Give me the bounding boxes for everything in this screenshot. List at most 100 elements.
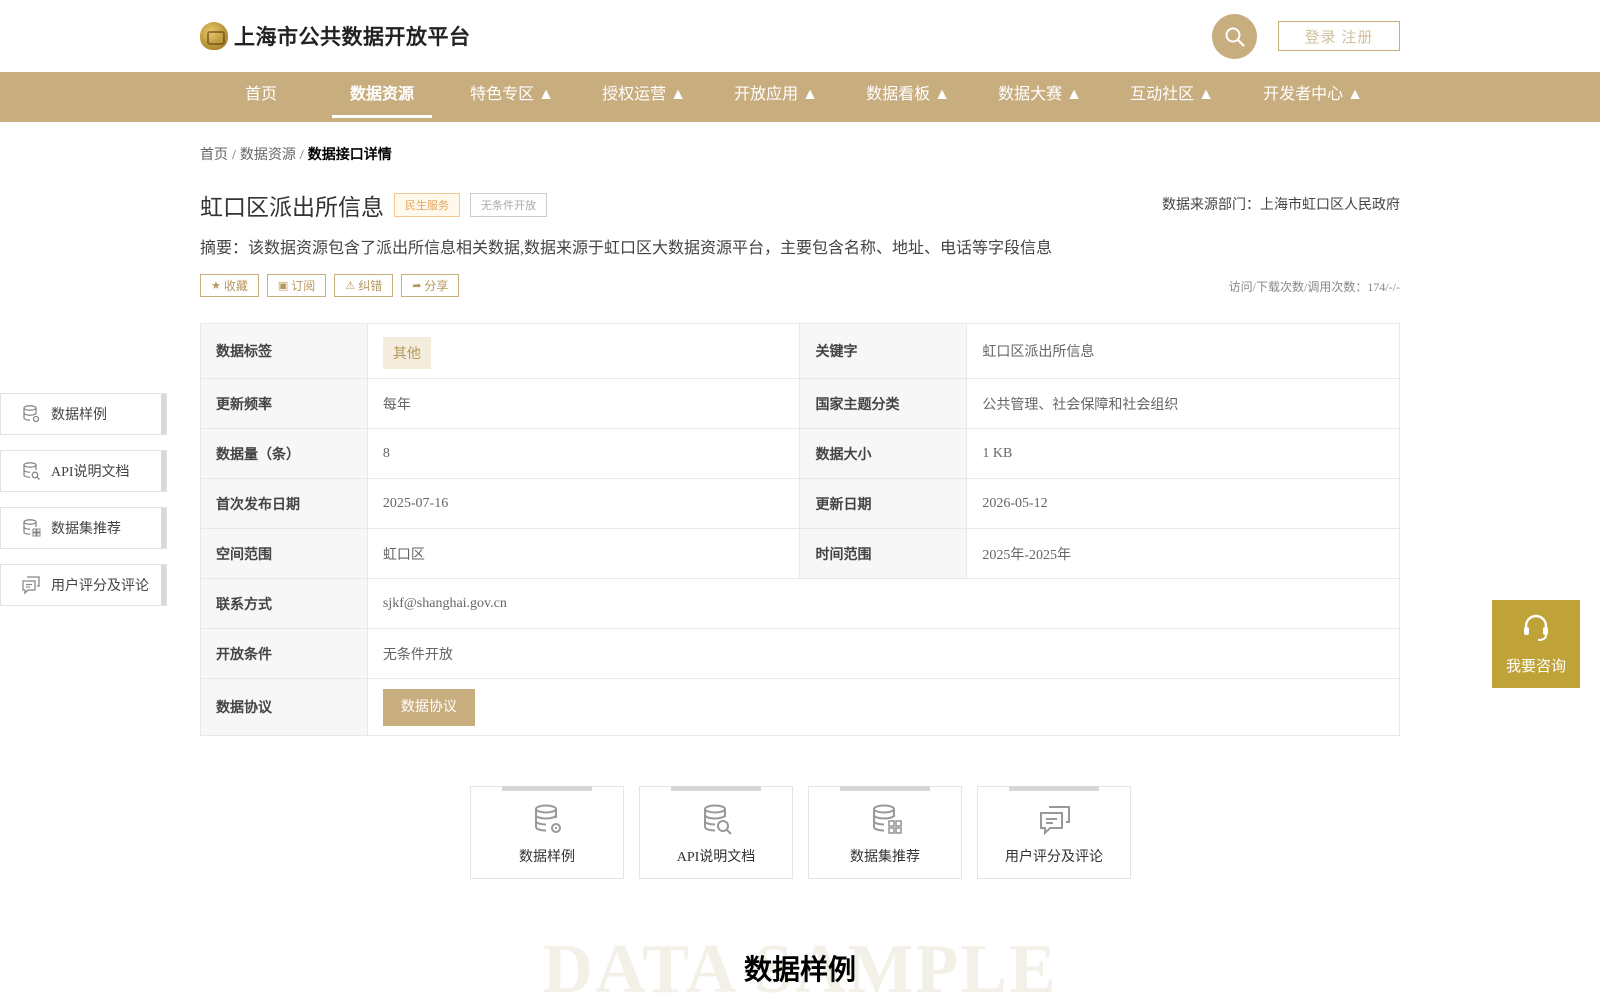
info-value: 数据协议	[366, 678, 1401, 736]
info-value: 1 KB	[966, 428, 1400, 479]
subscribe-button[interactable]: ▣ 订阅	[266, 274, 327, 297]
breadcrumb-data-resources[interactable]: 数据资源	[240, 148, 296, 163]
info-label: 更新频率	[200, 378, 368, 429]
nav-item-developer-center[interactable]: 开发者中心 ▲	[1254, 72, 1372, 122]
section-title: 数据样例	[743, 954, 856, 985]
consult-label: 我要咨询	[1505, 659, 1566, 675]
table-row: 开放条件 无条件开放	[200, 628, 1401, 679]
table-row: 数据协议 数据协议	[200, 678, 1401, 736]
info-label: 时间范围	[799, 528, 968, 579]
breadcrumb-separator: /	[232, 148, 236, 163]
card-top-bar	[1009, 786, 1099, 791]
nav-item-authorized-operation[interactable]: 授权运营 ▲	[594, 72, 694, 122]
info-value: 其他	[366, 323, 801, 379]
info-label: 空间范围	[200, 528, 368, 579]
open-type-tag: 无条件开放	[470, 193, 547, 217]
report-error-button[interactable]: ⚠ 纠错	[334, 274, 394, 297]
dataset-summary: 摘要：该数据资源包含了派出所信息相关数据,数据来源于虹口区大数据资源平台，主要包…	[200, 240, 1053, 257]
table-row: 数据量（条） 8 数据大小 1 KB	[200, 428, 1400, 479]
info-value: 公共管理、社会保障和社会组织	[966, 378, 1400, 429]
info-label: 联系方式	[200, 578, 368, 629]
card-label: API说明文档	[676, 850, 756, 865]
side-tab-data-sample[interactable]: 数据样例	[0, 393, 167, 435]
info-label: 数据协议	[200, 678, 368, 736]
info-value: 无条件开放	[366, 628, 1401, 679]
database-grid-icon	[873, 804, 902, 834]
login-register-button[interactable]: 登录 注册	[1278, 21, 1400, 51]
card-top-bar	[671, 786, 761, 791]
dataset-title-row: 虹口区派出所信息 民生服务 无条件开放	[200, 188, 547, 222]
info-value: 2025-07-16	[366, 478, 801, 529]
table-row: 首次发布日期 2025-07-16 更新日期 2026-05-12	[200, 478, 1400, 529]
database-grid-icon	[21, 518, 41, 538]
info-value: 虹口区派出所信息	[966, 323, 1400, 379]
card-top-bar	[502, 786, 592, 791]
table-row: 联系方式 sjkf@shanghai.gov.cn	[200, 578, 1401, 629]
info-value: 2026-05-12	[966, 478, 1400, 529]
dataset-actions: ★ 收藏 ▣ 订阅 ⚠ 纠错 ➦ 分享	[200, 274, 467, 297]
nav-item-home[interactable]: 首页	[222, 72, 300, 122]
category-tag: 民生服务	[394, 193, 460, 217]
info-label: 数据标签	[200, 323, 368, 379]
card-data-sample[interactable]: 数据样例	[470, 786, 624, 879]
site-logo[interactable]: 上海市公共数据开放平台	[200, 20, 471, 52]
search-button[interactable]	[1212, 14, 1257, 59]
nav-item-data-contest[interactable]: 数据大赛 ▲	[990, 72, 1090, 122]
table-row: 数据标签 其他 关键字 虹口区派出所信息	[200, 323, 1400, 379]
info-label: 国家主题分类	[799, 378, 968, 429]
database-search-icon	[21, 461, 41, 481]
database-search-icon	[704, 804, 732, 835]
card-top-bar	[840, 786, 930, 791]
breadcrumb-separator: /	[299, 148, 304, 163]
star-icon: ★	[211, 279, 221, 292]
card-user-reviews[interactable]: 用户评分及评论	[977, 786, 1131, 879]
card-label: 数据样例	[519, 850, 575, 865]
info-label: 数据大小	[799, 428, 968, 479]
info-value: 每年	[366, 378, 801, 429]
card-dataset-recommend[interactable]: 数据集推荐	[808, 786, 962, 879]
chat-bubbles-icon	[1040, 806, 1070, 836]
data-agreement-button[interactable]: 数据协议	[382, 688, 475, 726]
nav-item-data-resources[interactable]: 数据资源	[332, 72, 432, 122]
card-api-doc[interactable]: API说明文档	[639, 786, 793, 879]
nav-item-open-apps[interactable]: 开放应用 ▲	[726, 72, 826, 122]
consult-button[interactable]: 我要咨询	[1492, 600, 1580, 688]
data-source-department: 数据来源部门：上海市虹口区人民政府	[1162, 198, 1400, 213]
favorite-button[interactable]: ★ 收藏	[200, 274, 259, 297]
side-tab-label: 数据集推荐	[51, 522, 121, 537]
table-row: 更新频率 每年 国家主题分类 公共管理、社会保障和社会组织	[200, 378, 1400, 429]
info-label: 开放条件	[200, 628, 368, 679]
side-tab-label: 用户评分及评论	[51, 579, 149, 594]
access-stats: 访问/下载次数/调用次数：174/-/-	[1228, 280, 1400, 294]
side-tab-api-doc[interactable]: API说明文档	[0, 450, 167, 492]
info-value: 2025年-2025年	[966, 528, 1400, 579]
info-value: 虹口区	[366, 528, 801, 579]
data-tag-badge[interactable]: 其他	[382, 337, 431, 369]
info-label: 更新日期	[799, 478, 968, 529]
share-label: 分享	[424, 279, 449, 293]
side-tab-dataset-recommend[interactable]: 数据集推荐	[0, 507, 167, 549]
side-tab-label: 数据样例	[51, 408, 107, 423]
nav-item-community[interactable]: 互动社区 ▲	[1122, 72, 1222, 122]
breadcrumb-current: 数据接口详情	[307, 148, 392, 163]
nav-item-data-dashboard[interactable]: 数据看板 ▲	[858, 72, 958, 122]
side-tab-user-reviews[interactable]: 用户评分及评论	[0, 564, 167, 606]
info-label: 关键字	[799, 323, 968, 379]
info-value: sjkf@shanghai.gov.cn	[366, 578, 1401, 629]
search-icon	[1225, 27, 1245, 47]
site-title: 上海市公共数据开放平台	[234, 26, 471, 49]
subscribe-label: 订阅	[291, 279, 316, 293]
database-gear-icon	[21, 404, 41, 424]
database-gear-icon	[535, 804, 561, 833]
breadcrumb-home[interactable]: 首页	[200, 148, 228, 163]
share-icon: ➦	[412, 279, 422, 292]
info-label: 首次发布日期	[200, 478, 368, 529]
card-label: 用户评分及评论	[1005, 850, 1103, 865]
report-label: 纠错	[358, 279, 383, 293]
nav-item-special-zone[interactable]: 特色专区 ▲	[462, 72, 562, 122]
share-button[interactable]: ➦ 分享	[401, 274, 460, 297]
dataset-info-table: 数据标签 其他 关键字 虹口区派出所信息 更新频率 每年 国家主题分类 公共管理…	[200, 323, 1401, 736]
table-row: 空间范围 虹口区 时间范围 2025年-2025年	[200, 528, 1400, 579]
headset-icon	[1524, 614, 1548, 641]
logo-emblem-icon	[200, 22, 228, 50]
